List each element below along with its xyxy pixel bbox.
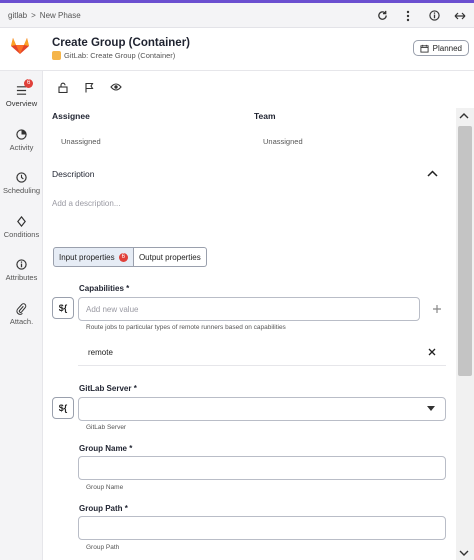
sidebar-item-label: Scheduling (2, 186, 41, 195)
page-subtitle: GitLab: Create Group (Container) (52, 51, 175, 60)
sidebar-item-attributes[interactable]: Attributes (0, 259, 43, 282)
scroll-down-icon[interactable] (459, 549, 469, 558)
sidebar-item-conditions[interactable]: Conditions (0, 215, 43, 239)
tab-output-properties[interactable]: Output properties (133, 247, 207, 267)
sidebar-item-label: Activity (9, 143, 34, 152)
sidebar-item-overview[interactable]: 6 Overview (0, 79, 43, 108)
gitlab-server-select[interactable] (78, 397, 446, 421)
unlock-icon[interactable] (58, 82, 68, 96)
group-name-input[interactable] (78, 456, 446, 480)
gitlab-server-label: GitLab Server * (79, 384, 137, 393)
group-path-helper: Group Path (86, 544, 120, 551)
assignee-label: Assignee (52, 111, 90, 121)
expand-horizontal-icon[interactable] (454, 10, 466, 22)
toolbar (376, 3, 466, 28)
variable-toggle-button[interactable]: ${ (52, 397, 74, 419)
chevron-down-icon (427, 406, 435, 413)
info-icon[interactable] (428, 10, 440, 22)
calendar-icon (420, 44, 429, 53)
description-label: Description (52, 169, 95, 179)
tab-label: Input properties (59, 252, 115, 262)
team-label: Team (254, 111, 276, 121)
description-input[interactable]: Add a description... (52, 199, 120, 208)
page-title: Create Group (Container) (52, 37, 191, 49)
info-icon (16, 259, 27, 273)
sidebar-item-scheduling[interactable]: Scheduling (0, 172, 43, 195)
action-bar (58, 82, 122, 96)
sidebar: 6 Overview Activity Scheduling Condition… (0, 71, 43, 560)
capabilities-helper: Route jobs to particular types of remote… (86, 324, 286, 331)
remove-icon[interactable] (428, 348, 436, 358)
group-path-input[interactable] (78, 516, 446, 540)
property-tabs: Input properties 6 Output properties (53, 247, 207, 267)
diamond-icon (16, 215, 27, 230)
add-value-icon[interactable] (432, 303, 442, 317)
status-label: Planned (432, 43, 462, 53)
sidebar-item-label: Overview (5, 99, 38, 108)
task-header: Create Group (Container) GitLab: Create … (0, 28, 474, 71)
subtitle-text: GitLab: Create Group (Container) (64, 51, 176, 60)
tab-label: Output properties (138, 252, 201, 262)
gitlab-server-helper: GitLab Server (86, 424, 127, 431)
gitlab-logo-icon (9, 34, 31, 56)
group-name-label: Group Name * (79, 444, 133, 453)
variable-toggle-button[interactable]: ${ (52, 297, 74, 319)
activity-icon (16, 129, 27, 143)
task-type-icon (52, 51, 61, 60)
refresh-icon[interactable] (376, 10, 388, 22)
breadcrumb-root[interactable]: gitlab (8, 11, 27, 20)
capabilities-input[interactable]: Add new value (78, 297, 420, 321)
capability-value: remote (88, 348, 113, 357)
sidebar-item-attachments[interactable]: Attach. (0, 303, 43, 326)
list-item: remote (78, 340, 446, 366)
sidebar-item-label: Attributes (5, 273, 38, 282)
group-name-helper: Group Name (86, 484, 124, 491)
sidebar-item-activity[interactable]: Activity (0, 129, 43, 152)
chevron-up-icon[interactable] (427, 168, 438, 180)
eye-icon[interactable] (110, 82, 122, 96)
status-badge[interactable]: Planned (412, 40, 469, 56)
clock-icon (16, 172, 27, 186)
group-path-label: Group Path * (79, 504, 128, 513)
paperclip-icon (16, 303, 27, 317)
team-value[interactable]: Unassigned (263, 137, 303, 146)
assignee-value[interactable]: Unassigned (61, 137, 101, 146)
flag-icon[interactable] (84, 82, 94, 96)
scroll-up-icon[interactable] (459, 112, 469, 121)
more-vertical-icon[interactable] (402, 10, 414, 22)
scrollbar-thumb[interactable] (458, 126, 472, 376)
sidebar-item-label: Conditions (3, 230, 40, 239)
list-icon: 6 (16, 79, 34, 99)
tab-badge: 6 (118, 252, 128, 262)
capabilities-label: Capabilities * (79, 284, 130, 293)
sidebar-item-label: Attach. (9, 317, 34, 326)
breadcrumb-separator: > (31, 10, 36, 20)
sidebar-badge: 6 (24, 79, 34, 88)
main-panel: Assignee Unassigned Team Unassigned Desc… (43, 71, 456, 560)
breadcrumb-current: New Phase (39, 10, 81, 20)
tab-input-properties[interactable]: Input properties 6 (53, 247, 134, 267)
